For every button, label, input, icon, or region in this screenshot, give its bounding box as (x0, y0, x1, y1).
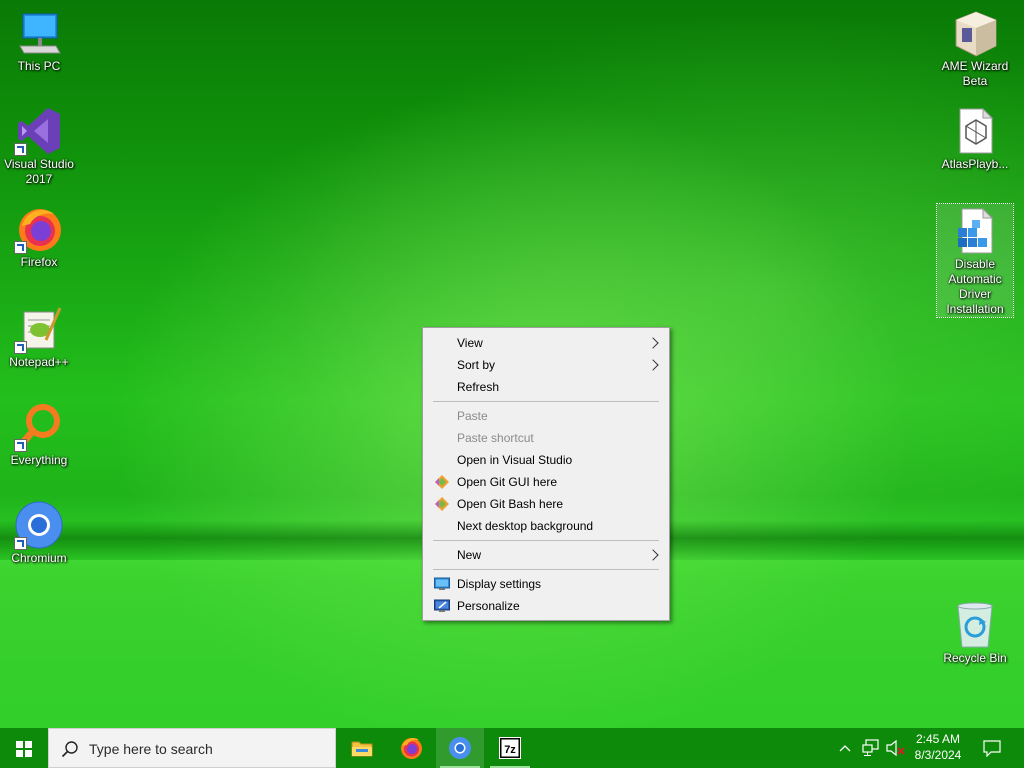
file-explorer-icon (351, 741, 373, 757)
shortcut-arrow-icon (14, 143, 27, 156)
menu-item-open-git-gui[interactable]: Open Git GUI here (425, 471, 667, 493)
notepad-plus-plus-icon (14, 304, 64, 354)
menu-item-label: Open Git GUI here (457, 475, 558, 489)
desktop-icon-label: Visual Studio 2017 (4, 157, 74, 186)
menu-separator (433, 569, 659, 570)
desktop-icon-label: Firefox (20, 255, 58, 269)
shortcut-arrow-icon (14, 341, 27, 354)
display-icon (434, 577, 450, 590)
submenu-arrow-icon (647, 337, 659, 349)
desktop-icon-chromium[interactable]: Chromium (0, 500, 78, 566)
menu-item-label: Paste (457, 409, 488, 423)
menu-item-label: Personalize (457, 599, 520, 613)
clock-date: 8/3/2024 (914, 748, 962, 762)
7zip-icon: 7z (499, 737, 521, 759)
submenu-arrow-icon (647, 359, 659, 371)
firefox-icon (401, 738, 422, 759)
desktop-icon-recycle-bin[interactable]: Recycle Bin (936, 600, 1014, 666)
menu-separator (433, 540, 659, 541)
taskbar-7zip[interactable]: 7z (486, 728, 534, 768)
menu-item-refresh[interactable]: Refresh (425, 376, 667, 398)
desktop-icon-label: Chromium (11, 551, 67, 565)
desktop[interactable]: This PC Visual Studio 2017 Firefox Notep… (0, 0, 1024, 728)
menu-item-new[interactable]: New (425, 544, 667, 566)
taskbar-clock[interactable]: 2:45 AM 8/3/2024 (906, 731, 970, 763)
desktop-icon-this-pc[interactable]: This PC (0, 8, 78, 74)
submenu-arrow-icon (647, 549, 659, 561)
menu-item-paste[interactable]: Paste (425, 405, 667, 427)
start-button[interactable] (0, 728, 48, 768)
chromium-icon (14, 500, 64, 550)
shortcut-arrow-icon (14, 537, 27, 550)
menu-item-label: Sort by (457, 358, 496, 372)
desktop-icon-firefox[interactable]: Firefox (0, 204, 78, 270)
search-placeholder: Type here to search (89, 741, 213, 757)
menu-item-label: View (457, 336, 483, 350)
chromium-icon (449, 737, 471, 759)
taskbar-search-box[interactable]: Type here to search (48, 728, 336, 768)
menu-separator (433, 401, 659, 402)
recycle-bin-icon (950, 600, 1000, 650)
menu-item-next-desktop-background[interactable]: Next desktop background (425, 515, 667, 537)
desktop-icon-everything[interactable]: Everything (0, 402, 78, 468)
menu-item-paste-shortcut[interactable]: Paste shortcut (425, 427, 667, 449)
desktop-icon-label: Recycle Bin (943, 651, 1007, 665)
taskbar: Type here to search 7z 2:45 AM 8/3/2024 (0, 728, 1024, 768)
desktop-icon-disable-driver-installation[interactable]: Disable Automatic Driver Installation (936, 203, 1014, 318)
git-icon (435, 497, 449, 511)
clock-time: 2:45 AM (915, 732, 961, 746)
ame-wizard-icon (950, 8, 1000, 58)
taskbar-file-explorer[interactable] (338, 728, 386, 768)
windows-logo-icon (16, 741, 32, 757)
volume-muted-icon[interactable] (885, 739, 905, 757)
search-icon (61, 741, 78, 758)
menu-item-open-git-bash[interactable]: Open Git Bash here (425, 493, 667, 515)
menu-item-personalize[interactable]: Personalize (425, 595, 667, 617)
personalize-icon (434, 599, 450, 612)
desktop-icon-label: AME Wizard Beta (941, 59, 1009, 88)
registry-file-icon (950, 206, 1000, 256)
desktop-icon-atlas-playbook[interactable]: AtlasPlayb... (936, 106, 1014, 172)
menu-item-label: Next desktop background (457, 519, 594, 533)
menu-item-label: Open in Visual Studio (457, 453, 573, 467)
firefox-icon (14, 204, 64, 254)
taskbar-chromium[interactable] (436, 728, 484, 768)
notification-icon[interactable] (982, 739, 1002, 757)
desktop-icon-ame-wizard[interactable]: AME Wizard Beta (936, 8, 1014, 89)
desktop-icon-label: This PC (17, 59, 61, 73)
taskbar-firefox[interactable] (387, 728, 435, 768)
desktop-icon-label: Notepad++ (9, 355, 69, 369)
menu-item-label: Open Git Bash here (457, 497, 564, 511)
desktop-icon-visual-studio[interactable]: Visual Studio 2017 (0, 106, 78, 187)
desktop-context-menu: View Sort by Refresh Paste Paste shortcu… (422, 327, 670, 621)
menu-item-sort-by[interactable]: Sort by (425, 354, 667, 376)
menu-item-view[interactable]: View (425, 332, 667, 354)
desktop-icon-label: Disable Automatic Driver Installation (946, 257, 1004, 316)
desktop-icon-label: Everything (10, 453, 68, 467)
everything-search-icon (14, 402, 64, 452)
svg-text:7z: 7z (504, 744, 516, 756)
menu-item-open-in-visual-studio[interactable]: Open in Visual Studio (425, 449, 667, 471)
shortcut-arrow-icon (14, 241, 27, 254)
menu-item-label: Display settings (457, 577, 542, 591)
network-icon[interactable] (861, 739, 881, 757)
atlas-playbook-icon (950, 106, 1000, 156)
menu-item-label: New (457, 548, 482, 562)
shortcut-arrow-icon (14, 439, 27, 452)
desktop-icon-label: AtlasPlayb... (941, 157, 1009, 171)
menu-item-label: Refresh (457, 380, 500, 394)
visual-studio-icon (14, 106, 64, 156)
menu-item-display-settings[interactable]: Display settings (425, 573, 667, 595)
git-icon (435, 475, 449, 489)
desktop-icon-notepad-plus-plus[interactable]: Notepad++ (0, 304, 78, 370)
chevron-up-icon[interactable] (838, 742, 852, 754)
menu-item-label: Paste shortcut (457, 431, 534, 445)
computer-icon (14, 8, 64, 58)
